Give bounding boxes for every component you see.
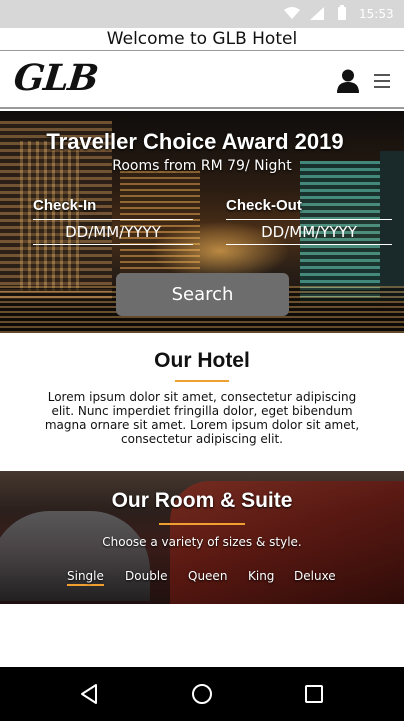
wifi-icon: [284, 7, 300, 19]
title-underline: [159, 523, 245, 525]
rooms-subtitle: Choose a variety of sizes & style.: [102, 535, 302, 549]
room-tabs: Single Double Queen King Deluxe: [67, 569, 347, 589]
recents-icon[interactable]: [302, 682, 326, 706]
title-underline: [175, 380, 229, 382]
hero-banner: Traveller Choice Award 2019 Rooms from R…: [0, 111, 404, 333]
search-button[interactable]: Search: [116, 273, 289, 316]
back-icon[interactable]: [77, 682, 101, 706]
rooms-section: Our Room & Suite Choose a variety of siz…: [0, 471, 404, 604]
checkin-input[interactable]: [33, 219, 193, 245]
home-icon[interactable]: [190, 682, 214, 706]
tab-single[interactable]: Single: [67, 569, 104, 586]
logo[interactable]: GLB: [12, 57, 100, 99]
battery-icon: [338, 5, 346, 20]
hero-subtitle: Rooms from RM 79/ Night: [112, 158, 292, 174]
checkout-input[interactable]: [226, 219, 392, 245]
our-hotel-description: Lorem ipsum dolor sit amet, consectetur …: [44, 390, 360, 446]
tab-double[interactable]: Double: [125, 569, 168, 583]
status-bar: 15:53: [0, 0, 404, 28]
checkin-label: Check-In: [33, 197, 97, 214]
welcome-text: Welcome to GLB Hotel: [106, 29, 298, 49]
tab-queen[interactable]: Queen: [188, 569, 227, 583]
user-icon[interactable]: [337, 69, 359, 93]
menu-icon[interactable]: [374, 74, 390, 88]
tab-deluxe[interactable]: Deluxe: [294, 569, 336, 583]
rooms-title: Our Room & Suite: [111, 489, 293, 512]
header: GLB: [0, 51, 404, 109]
clock: 15:53: [359, 7, 394, 21]
our-hotel-title: Our Hotel: [154, 349, 250, 372]
tab-king[interactable]: King: [248, 569, 274, 583]
system-nav-bar: [0, 667, 404, 721]
signal-icon: [310, 7, 324, 20]
checkout-label: Check-Out: [226, 197, 302, 214]
hero-title: Traveller Choice Award 2019: [46, 129, 344, 154]
